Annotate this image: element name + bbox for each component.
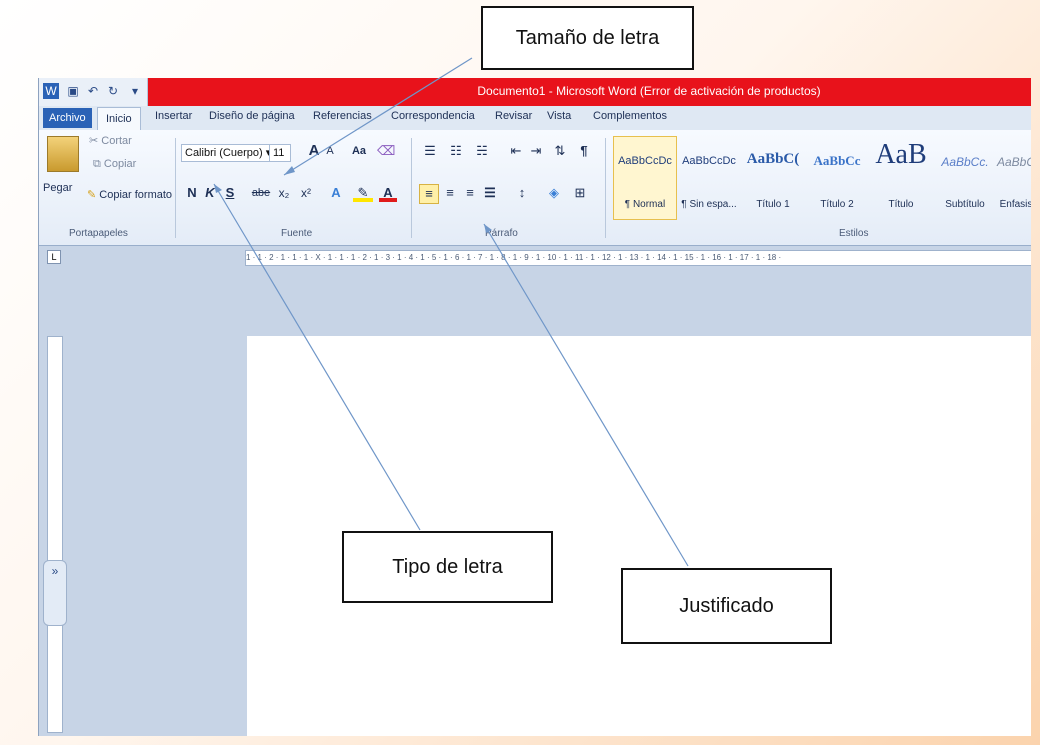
shading-icon[interactable]: ◈: [543, 184, 565, 202]
tab-complementos[interactable]: Complementos: [593, 110, 667, 122]
copy-icon: ⧉: [93, 158, 104, 170]
undo-icon[interactable]: ↶: [85, 83, 101, 99]
cut-label: Cortar: [101, 135, 132, 147]
align-center-icon[interactable]: ≡: [441, 184, 459, 202]
clear-format-icon[interactable]: ⌫: [377, 142, 395, 160]
paste-icon[interactable]: [47, 136, 79, 172]
style-preview: AaBbCcDc: [682, 155, 736, 167]
bullets-icon[interactable]: ☰: [419, 142, 441, 160]
justify-icon[interactable]: ☰: [481, 184, 499, 202]
underline-button[interactable]: S: [223, 184, 237, 202]
tab-correspondencia[interactable]: Correspondencia: [391, 110, 475, 122]
save-icon[interactable]: ▣: [65, 83, 81, 99]
vertical-ruler[interactable]: [47, 336, 63, 733]
ruler-row: L 1 · 1 · 2 · 1 · 1 · 1 · X · 1 · 1 · 1 …: [39, 246, 1031, 268]
styles-group-label: Estilos: [839, 228, 869, 239]
style-preview: AaB: [875, 139, 927, 170]
copy-label: Copiar: [103, 158, 137, 170]
style-title[interactable]: AaB Título: [869, 136, 933, 220]
style-name: Subtítulo: [945, 199, 985, 210]
style-name: Título 1: [756, 199, 790, 210]
style-name: Título 2: [820, 199, 854, 210]
style-name: ¶ Normal: [624, 199, 666, 210]
shrink-font-button[interactable]: A: [323, 142, 337, 160]
style-no-spacing[interactable]: AaBbCcDc ¶ Sin espa...: [677, 136, 741, 220]
italic-button[interactable]: K: [203, 184, 217, 202]
format-painter-button[interactable]: ✎ Copiar formato: [87, 188, 172, 201]
tab-insertar[interactable]: Insertar: [155, 110, 192, 122]
font-name-value: Calibri (Cuerpo): [185, 147, 263, 159]
change-case-button[interactable]: Aa: [347, 142, 371, 160]
sort-icon[interactable]: ⇅: [551, 142, 569, 160]
style-preview: AaBbCcDc: [618, 155, 672, 167]
scissors-icon: ✂: [89, 135, 102, 147]
strikethrough-button[interactable]: abe: [249, 184, 273, 202]
superscript-button[interactable]: x²: [297, 184, 315, 202]
text-effects-icon[interactable]: A: [327, 184, 345, 202]
copy-button[interactable]: ⧉ Copiar: [93, 158, 136, 171]
callout-justified: Justificado: [621, 568, 832, 644]
group-divider: [411, 138, 412, 238]
font-size-value: 11: [273, 147, 285, 159]
style-subtitle[interactable]: AaBbCc. Subtítulo: [933, 136, 997, 220]
show-marks-icon[interactable]: ¶: [575, 142, 593, 160]
word-logo-icon: W: [43, 83, 59, 99]
align-right-icon[interactable]: ≡: [461, 184, 479, 202]
font-size-box[interactable]: 11: [269, 144, 291, 162]
style-name: Título: [888, 199, 914, 210]
cut-button[interactable]: ✂ Cortar: [89, 134, 132, 147]
style-preview: AaBbCc.: [941, 155, 989, 169]
window-title: Documento1 - Microsoft Word (Error de ac…: [477, 84, 821, 98]
borders-icon[interactable]: ⊞: [569, 184, 591, 202]
grow-font-button[interactable]: A: [305, 142, 323, 160]
tab-selector-icon[interactable]: L: [47, 250, 61, 264]
word-window: W ▣ ↶ ↻ ▾ Documento1 - Microsoft Word (E…: [38, 78, 1031, 736]
ribbon-tabs: Archivo Inicio Insertar Diseño de página…: [39, 106, 1031, 131]
style-emphasis[interactable]: AaBbC Énfasis: [995, 136, 1031, 220]
style-preview: AaBbC(: [746, 151, 800, 167]
multilevel-list-icon[interactable]: ☵: [471, 142, 493, 160]
tab-diseno-de-pagina[interactable]: Diseño de página: [209, 110, 295, 122]
font-name-box[interactable]: Calibri (Cuerpo) ▾: [181, 144, 273, 162]
tab-revisar[interactable]: Revisar: [495, 110, 532, 122]
style-name: ¶ Sin espa...: [681, 199, 737, 210]
callout-font-type: Tipo de letra: [342, 531, 553, 603]
redo-icon[interactable]: ↻: [105, 83, 121, 99]
style-heading-2[interactable]: AaBbCc Título 2: [805, 136, 869, 220]
format-painter-label: Copiar formato: [99, 189, 173, 201]
tab-inicio[interactable]: Inicio: [97, 107, 141, 130]
paste-button[interactable]: Pegar: [43, 182, 72, 194]
style-name: Énfasis: [999, 199, 1031, 210]
customize-qat-icon[interactable]: ▾: [127, 83, 143, 99]
style-normal[interactable]: AaBbCcDc ¶ Normal: [613, 136, 677, 220]
ribbon: Pegar ✂ Cortar ⧉ Copiar ✎ Copiar formato…: [39, 130, 1031, 246]
numbering-icon[interactable]: ☷: [445, 142, 467, 160]
tab-referencias[interactable]: Referencias: [313, 110, 372, 122]
font-group-label: Fuente: [281, 228, 313, 239]
title-bar: W ▣ ↶ ↻ ▾ Documento1 - Microsoft Word (E…: [39, 78, 1031, 106]
tab-vista[interactable]: Vista: [547, 110, 571, 122]
font-color-icon[interactable]: A: [379, 184, 397, 202]
horizontal-ruler[interactable]: 1 · 1 · 2 · 1 · 1 · 1 · X · 1 · 1 · 1 · …: [245, 250, 1031, 266]
style-preview: AaBbCc: [813, 153, 861, 168]
subscript-button[interactable]: x₂: [275, 184, 293, 202]
style-heading-1[interactable]: AaBbC( Título 1: [741, 136, 805, 220]
paragraph-group-label: Párrafo: [485, 228, 518, 239]
tab-archivo[interactable]: Archivo: [43, 108, 92, 128]
bold-button[interactable]: N: [185, 184, 199, 202]
style-preview: AaBbC: [996, 155, 1031, 169]
side-panel-handle[interactable]: »: [43, 560, 67, 626]
group-divider: [175, 138, 176, 238]
align-left-icon[interactable]: ≡: [419, 184, 439, 204]
brush-icon: ✎: [87, 189, 100, 201]
clipboard-group-label: Portapapeles: [69, 228, 128, 239]
highlight-color-icon[interactable]: ✎: [353, 184, 373, 202]
callout-font-size: Tamaño de letra: [481, 6, 694, 70]
increase-indent-icon[interactable]: ⇥: [527, 142, 545, 160]
group-divider: [605, 138, 606, 238]
line-spacing-icon[interactable]: ↕: [511, 184, 533, 202]
quick-access-toolbar: W ▣ ↶ ↻ ▾: [39, 78, 148, 106]
decrease-indent-icon[interactable]: ⇤: [507, 142, 525, 160]
